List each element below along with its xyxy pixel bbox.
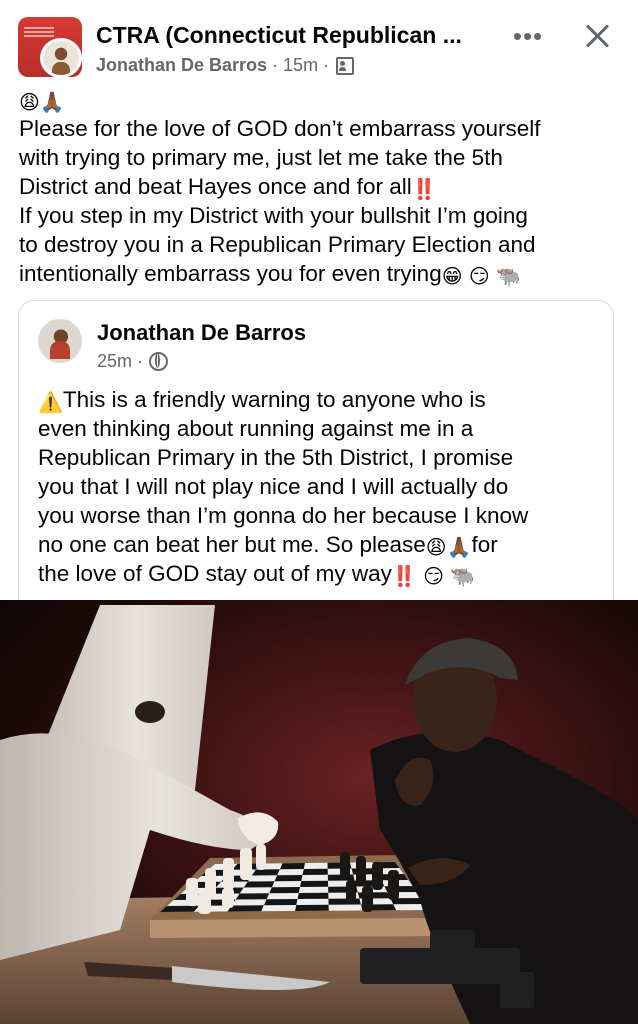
weary-face-emoji: 😩 xyxy=(19,92,40,114)
shared-text-line: no one can beat her but me. So please😩🙏🏾… xyxy=(38,530,608,559)
meta-separator: · xyxy=(137,351,144,371)
chess-square xyxy=(300,880,329,887)
double-exclamation-emoji: ‼️ xyxy=(411,179,437,201)
meta-separator: · xyxy=(323,55,330,75)
post-image[interactable] xyxy=(0,600,638,1024)
water-buffalo-emoji: 🐃 xyxy=(495,266,521,288)
meta-separator: · xyxy=(272,55,279,75)
chess-square xyxy=(279,863,305,870)
shared-post-time[interactable]: 25m xyxy=(97,351,132,372)
double-exclamation-emoji: ‼️ xyxy=(391,566,417,588)
group-avatar-graphic xyxy=(24,25,54,37)
folded-hands-emoji: 🙏🏾 xyxy=(446,537,472,559)
shared-text-line: you worse than I’m gonna do her because … xyxy=(38,503,529,528)
chess-square xyxy=(274,875,303,882)
water-buffalo-emoji: 🐃 xyxy=(450,566,476,588)
shared-text-line: ⚠️This is a friendly warning to anyone w… xyxy=(38,385,608,414)
post-text-line: If you step in my District with your bul… xyxy=(19,203,528,228)
warning-emoji: ⚠️ xyxy=(38,392,63,414)
post-text-line: to destroy you in a Republican Primary E… xyxy=(19,232,536,257)
shared-post-meta: 25m · xyxy=(97,351,169,372)
chess-square xyxy=(251,869,280,876)
shared-post-card[interactable]: Jonathan De Barros 25m · ⚠️This is a fri… xyxy=(18,300,614,640)
post-text-fragment: intentionally embarrass you for even try… xyxy=(19,261,442,286)
shared-text-fragment: This is a friendly warning to anyone who… xyxy=(62,387,486,412)
weary-face-emoji: 😩 xyxy=(425,537,447,559)
facebook-post-view: CTRA (Connecticut Republican ... Jonatha… xyxy=(0,0,638,1024)
post-text-line: intentionally embarrass you for even try… xyxy=(19,259,629,288)
post-text-line: Please for the love of GOD don’t embarra… xyxy=(19,116,541,141)
shared-author-avatar[interactable] xyxy=(38,319,82,363)
hood-eyehole xyxy=(135,701,165,723)
chess-square xyxy=(297,892,329,899)
post-text-line: with trying to primary me, just let me t… xyxy=(19,145,503,170)
shared-post-body: ⚠️This is a friendly warning to anyone w… xyxy=(38,385,608,588)
grinning-face-emoji: 😁 xyxy=(441,266,463,288)
chess-square xyxy=(263,899,298,906)
shared-text-line: you that I will not play nice and I will… xyxy=(38,474,509,499)
close-icon[interactable] xyxy=(580,18,616,54)
chess-square xyxy=(328,898,361,905)
chess-square xyxy=(295,904,329,911)
author-avatar[interactable] xyxy=(40,38,82,78)
globe-icon xyxy=(149,352,169,371)
members-icon xyxy=(336,56,355,75)
shared-text-fragment: no one can beat her but me. So please xyxy=(38,532,426,557)
more-options-button[interactable]: ••• xyxy=(506,20,550,52)
author-name[interactable]: Jonathan De Barros xyxy=(96,55,267,76)
post-text-fragment: District and beat Hayes once and for all xyxy=(19,174,412,199)
chess-square xyxy=(269,887,300,894)
chess-square xyxy=(302,868,328,875)
folded-hands-emoji: 🙏🏾 xyxy=(39,92,65,114)
smirking-face-emoji: 😏 xyxy=(423,566,444,588)
post-meta: Jonathan De Barros · 15m · xyxy=(96,55,355,76)
shared-author-name[interactable]: Jonathan De Barros xyxy=(97,320,306,346)
group-name[interactable]: CTRA (Connecticut Republican ... xyxy=(96,22,462,49)
smirking-face-emoji: 😏 xyxy=(468,266,490,288)
shared-text-line: Republican Primary in the 5th District, … xyxy=(38,445,514,470)
post-body: 😩🙏🏾 Please for the love of GOD don’t emb… xyxy=(19,85,629,288)
shared-text-fragment: for xyxy=(471,532,498,557)
chess-square xyxy=(243,881,275,888)
post-time[interactable]: 15m xyxy=(283,55,318,76)
shared-text-fragment: the love of GOD stay out of my way xyxy=(38,561,392,586)
shared-text-line: even thinking about running against me i… xyxy=(38,416,474,441)
shared-text-line: the love of GOD stay out of my way‼️ 😏 🐃 xyxy=(38,559,608,588)
chess-square xyxy=(235,893,270,900)
chess-match-illustration xyxy=(0,605,638,1024)
post-text-line: District and beat Hayes once and for all… xyxy=(19,172,629,201)
emoji-line: 😩🙏🏾 xyxy=(19,85,629,114)
post-header: CTRA (Connecticut Republican ... Jonatha… xyxy=(0,0,638,82)
